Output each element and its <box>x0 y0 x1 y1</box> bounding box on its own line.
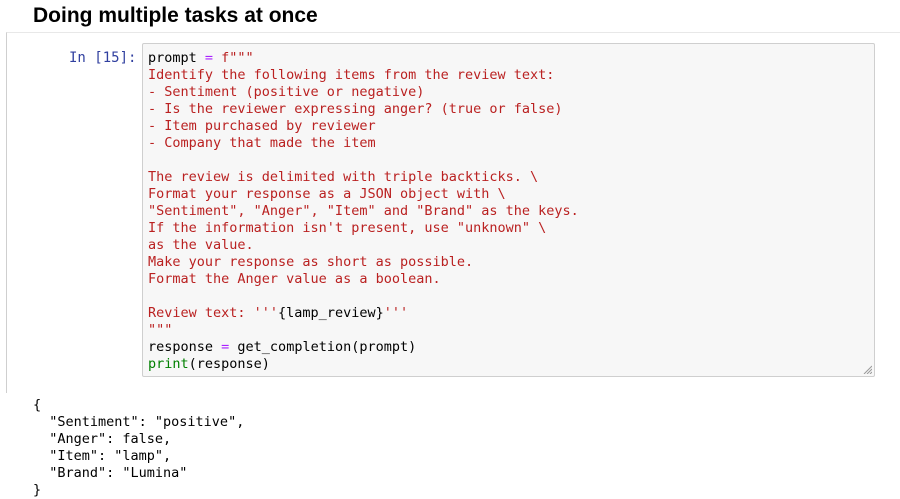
code-line: The review is delimited with triple back… <box>148 169 539 185</box>
code-var-response: response <box>148 339 214 355</box>
code-assign-op: = <box>196 50 222 66</box>
code-line: - Company that made the item <box>148 135 376 151</box>
code-text[interactable]: prompt = f""" Identify the following ite… <box>148 50 579 373</box>
code-review-suffix: ''' <box>383 305 409 321</box>
cell-output: { "Sentiment": "positive", "Anger": fals… <box>33 397 244 499</box>
code-line: If the information isn't present, use "u… <box>148 220 547 236</box>
code-line: Format your response as a JSON object wi… <box>148 186 506 202</box>
cell-prompt-label: In [15]: <box>69 50 137 66</box>
code-line: Format the Anger value as a boolean. <box>148 271 441 287</box>
code-line: - Sentiment (positive or negative) <box>148 84 425 100</box>
code-var-prompt: prompt <box>148 50 197 66</box>
output-line: "Brand": "Lumina" <box>33 465 188 481</box>
output-line: { <box>33 397 42 413</box>
code-fstring-close: """ <box>148 322 173 338</box>
output-line: "Anger": false, <box>33 431 172 447</box>
code-line: as the value. <box>148 237 254 253</box>
code-review-interp: {lamp_review} <box>278 305 384 321</box>
output-line: "Sentiment": "positive", <box>33 414 245 430</box>
code-call: get_completion(prompt) <box>237 339 417 355</box>
resize-grip-icon[interactable] <box>862 364 872 374</box>
code-review-prefix: Review text: ''' <box>148 305 279 321</box>
code-line: Identify the following items from the re… <box>148 67 555 83</box>
code-line: Make your response as short as possible. <box>148 254 474 270</box>
code-line: - Item purchased by reviewer <box>148 118 376 134</box>
code-fstring-open: f""" <box>221 50 254 66</box>
code-print-arg: (response) <box>188 356 270 372</box>
output-line: } <box>33 482 42 498</box>
code-assign-op: = <box>213 339 238 355</box>
code-editor[interactable]: prompt = f""" Identify the following ite… <box>142 43 875 377</box>
section-heading: Doing multiple tasks at once <box>33 4 318 27</box>
code-line: - Is the reviewer expressing anger? (tru… <box>148 101 563 117</box>
code-print-keyword: print <box>148 356 189 372</box>
output-line: "Item": "lamp", <box>33 448 172 464</box>
code-line: "Sentiment", "Anger", "Item" and "Brand"… <box>148 203 579 219</box>
